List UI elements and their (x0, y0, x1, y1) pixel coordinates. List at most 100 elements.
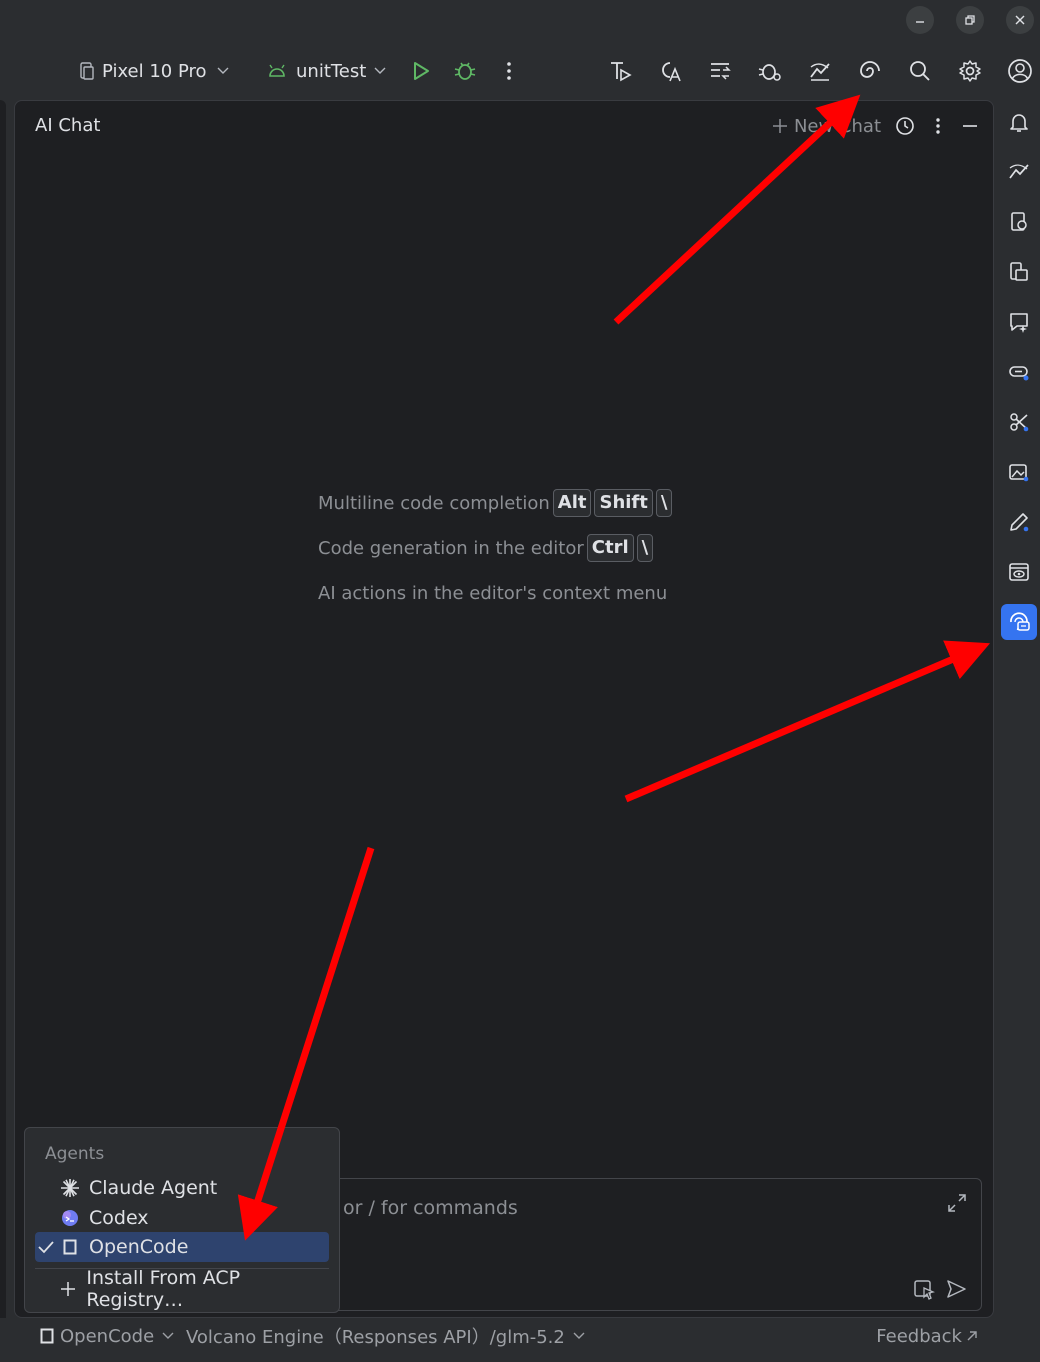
search-icon (908, 59, 932, 83)
profiler-tool-button[interactable] (1001, 154, 1037, 190)
running-devices-button[interactable] (1001, 254, 1037, 290)
agent-label: OpenCode (89, 1236, 189, 1258)
hint-context-menu: AI actions in the editor's context menu (318, 578, 672, 608)
debug-settings-button[interactable] (755, 56, 785, 86)
list-swap-icon (708, 59, 732, 83)
restore-button[interactable] (956, 6, 984, 34)
check-icon (35, 1240, 57, 1254)
input-placeholder: or / for commands (343, 1197, 518, 1219)
external-link-icon (966, 1330, 978, 1342)
more-actions-button[interactable] (494, 56, 524, 86)
bug-settings-icon (758, 59, 782, 83)
bug-icon (454, 60, 476, 82)
ai-chat-icon (1007, 610, 1031, 634)
debug-button[interactable] (450, 56, 480, 86)
install-from-registry-item[interactable]: Install From ACP Registry… (35, 1267, 329, 1311)
opencode-icon (40, 1328, 54, 1344)
device-name: Pixel 10 Pro (102, 60, 207, 82)
hint-text: AI actions in the editor's context menu (318, 582, 668, 604)
agent-name: OpenCode (60, 1325, 155, 1347)
agents-popup: Agents Claude Agent Codex OpenCode Insta… (24, 1127, 340, 1313)
new-chat-button[interactable]: New Chat (772, 116, 881, 137)
link-tool-button[interactable] (1001, 354, 1037, 390)
chart-icon (1008, 161, 1030, 183)
new-chat-label: New Chat (793, 115, 881, 137)
run-button[interactable] (406, 56, 436, 86)
agent-label: Claude Agent (89, 1177, 218, 1199)
user-icon (1007, 58, 1033, 84)
pencil-icon (1008, 511, 1030, 533)
plus-icon (56, 1281, 81, 1297)
hint-text: Code generation in the editor (318, 537, 584, 559)
agent-item-codex[interactable]: Codex (35, 1203, 329, 1233)
ai-spiral-icon (858, 59, 882, 83)
test-run-icon (608, 59, 632, 83)
feedback-link[interactable]: Feedback (876, 1318, 978, 1354)
tools-button[interactable] (1001, 404, 1037, 440)
image-sparkle-icon (1008, 461, 1030, 483)
more-vertical-icon (506, 61, 512, 81)
translate-icon (658, 59, 682, 83)
minimize-button[interactable] (906, 6, 934, 34)
chevron-down-icon (573, 1332, 585, 1340)
agent-item-opencode[interactable]: OpenCode (35, 1232, 329, 1262)
android-icon (268, 64, 286, 78)
key-backslash: \ (636, 534, 654, 562)
left-tool-strip (0, 100, 10, 1362)
close-window-button[interactable] (1006, 6, 1034, 34)
preview-tool-button[interactable] (1001, 554, 1037, 590)
minimize-icon (914, 14, 926, 26)
image-tool-button[interactable] (1001, 454, 1037, 490)
install-label: Install From ACP Registry… (86, 1267, 241, 1311)
link-sparkle-icon (1008, 361, 1030, 383)
device-selector[interactable]: Pixel 10 Pro (78, 50, 229, 92)
shortcut-hints: Multiline code completion Alt Shift \ Co… (318, 488, 673, 623)
claude-spark-icon (57, 1178, 83, 1198)
device-manager-button[interactable] (1001, 204, 1037, 240)
expand-icon[interactable] (947, 1193, 967, 1213)
agent-item-claude[interactable]: Claude Agent (35, 1173, 329, 1203)
model-name: Volcano Engine（Responses API）/glm-5.2 (186, 1327, 565, 1348)
attach-selection-icon[interactable] (913, 1278, 935, 1300)
run-config-selector[interactable]: unitTest (268, 50, 386, 92)
preview-eye-icon (1008, 561, 1030, 583)
chart-icon (808, 59, 832, 83)
panel-title: AI Chat (35, 115, 101, 136)
chevron-down-icon (162, 1332, 174, 1340)
close-icon (1014, 14, 1026, 26)
more-vertical-icon[interactable] (929, 117, 947, 135)
hint-code-generation: Code generation in the editor Ctrl \ (318, 533, 672, 563)
notifications-button[interactable] (1001, 104, 1037, 140)
agent-selector[interactable]: OpenCode (40, 1318, 174, 1354)
profiler-button[interactable] (805, 56, 835, 86)
model-selector[interactable]: Volcano Engine（Responses API）/glm-5.2 (186, 1318, 585, 1354)
codex-icon (57, 1208, 83, 1228)
translate-button[interactable] (655, 56, 685, 86)
key-shift: Shift (594, 489, 653, 517)
ai-assistant-toolbar-button[interactable] (855, 56, 885, 86)
structure-button[interactable] (705, 56, 735, 86)
chat-status-bar: OpenCode Volcano Engine（Responses API）/g… (0, 1318, 1040, 1362)
run-config-name: unitTest (296, 60, 367, 82)
opencode-icon (57, 1239, 83, 1255)
key-backslash: \ (655, 489, 673, 517)
key-ctrl: Ctrl (586, 534, 634, 562)
history-icon[interactable] (895, 116, 915, 136)
right-tool-bar (998, 100, 1040, 1318)
send-icon[interactable] (945, 1278, 967, 1300)
device-mirror-icon (1008, 261, 1030, 283)
search-button[interactable] (905, 56, 935, 86)
scissors-icon (1008, 411, 1030, 433)
device-icon (78, 61, 96, 81)
settings-button[interactable] (955, 56, 985, 86)
account-button[interactable] (1005, 56, 1035, 86)
chevron-down-icon (217, 67, 229, 75)
chat-input[interactable]: or / for commands (330, 1178, 982, 1311)
edit-tool-button[interactable] (1001, 504, 1037, 540)
test-runner-button[interactable] (605, 56, 635, 86)
minimize-panel-icon[interactable] (961, 117, 979, 135)
restore-icon (964, 14, 976, 26)
chat-sparkle-icon (1008, 311, 1030, 333)
ai-review-button[interactable] (1001, 304, 1037, 340)
ai-chat-tool-button[interactable] (1001, 604, 1037, 640)
